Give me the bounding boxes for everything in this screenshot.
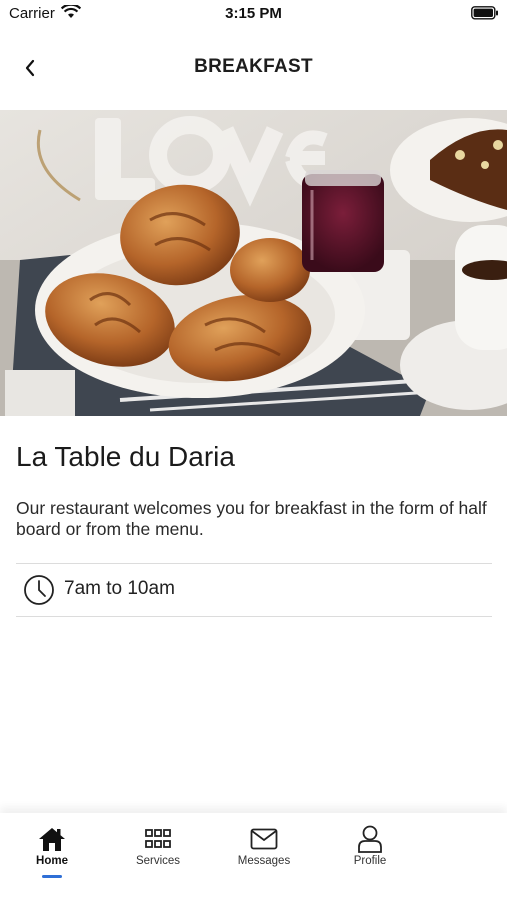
hero-image [0, 110, 507, 416]
opening-hours-row: 7am to 10am [16, 565, 492, 615]
venue-title: La Table du Daria [16, 441, 235, 472]
clock-icon [24, 575, 54, 605]
page-title: BREAKFAST [194, 56, 313, 77]
battery-icon [471, 6, 499, 25]
home-icon [39, 828, 65, 851]
divider [16, 563, 492, 564]
venue-description: Our restaurant welcomes you for breakfas… [16, 498, 487, 539]
tab-profile[interactable]: Profile [330, 825, 410, 867]
tab-profile-label: Profile [353, 855, 387, 867]
status-time: 3:15 PM [225, 5, 282, 22]
nav-bar: BREAKFAST [0, 40, 507, 96]
tab-services[interactable]: Services [118, 825, 198, 867]
tab-messages-label: Messages [237, 855, 291, 867]
active-tab-indicator [42, 875, 62, 878]
tab-services-label: Services [135, 855, 181, 867]
mail-icon [250, 828, 278, 850]
tab-bar: Home Services Messages Profile [0, 813, 507, 900]
grid-icon [145, 829, 171, 848]
user-icon [358, 825, 382, 853]
status-bar: Carrier 3:15 PM [0, 0, 507, 30]
tab-messages[interactable]: Messages [224, 825, 304, 867]
tab-home-label: Home [36, 855, 68, 867]
tab-home[interactable]: Home [12, 825, 92, 867]
divider [16, 616, 492, 617]
opening-hours-text: 7am to 10am [64, 578, 175, 599]
